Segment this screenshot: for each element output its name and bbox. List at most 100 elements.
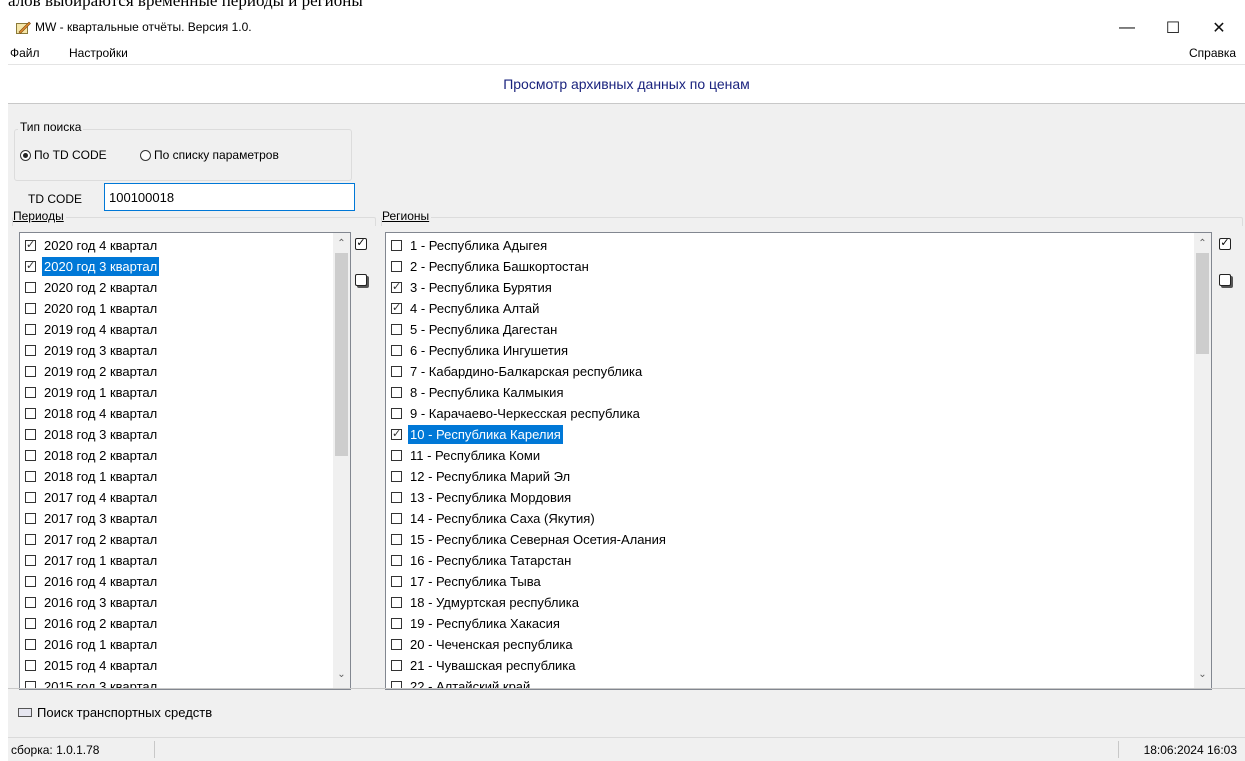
checkbox-unchecked-icon[interactable] <box>391 323 402 335</box>
period-list-item[interactable]: 2019 год 3 квартал <box>20 340 159 360</box>
region-list-item[interactable]: 18 - Удмуртская республика <box>386 592 581 612</box>
period-list-item[interactable]: 2020 год 3 квартал <box>20 256 160 276</box>
checkbox-unchecked-icon[interactable] <box>25 281 36 293</box>
period-list-item[interactable]: 2020 год 1 квартал <box>20 298 159 318</box>
period-list-item[interactable]: 2017 год 2 квартал <box>20 529 159 549</box>
period-list-item[interactable]: 2015 год 4 квартал <box>20 655 159 675</box>
checkbox-unchecked-icon[interactable] <box>391 659 402 671</box>
regions-scroll-thumb[interactable] <box>1196 253 1209 354</box>
checkbox-unchecked-icon[interactable] <box>25 512 36 524</box>
region-list-item[interactable]: 1 - Республика Адыгея <box>386 235 549 255</box>
period-list-item[interactable]: 2018 год 2 квартал <box>20 445 159 465</box>
region-list-item[interactable]: 8 - Республика Калмыкия <box>386 382 565 402</box>
checkbox-checked-icon[interactable] <box>391 426 402 442</box>
vehicle-search-button[interactable]: Поиск транспортных средств <box>18 705 212 720</box>
checkbox-unchecked-icon[interactable] <box>391 260 402 272</box>
scroll-down-icon[interactable]: ⌄ <box>1194 666 1211 683</box>
region-list-item[interactable]: 17 - Республика Тыва <box>386 571 543 591</box>
checkbox-unchecked-icon[interactable] <box>391 533 402 545</box>
checkbox-unchecked-icon[interactable] <box>25 365 36 377</box>
period-list-item[interactable]: 2018 год 3 квартал <box>20 424 159 444</box>
region-list-item[interactable]: 14 - Республика Саха (Якутия) <box>386 508 597 528</box>
periods-check-all-icon[interactable]: ✓ <box>355 238 367 250</box>
checkbox-checked-icon[interactable] <box>25 258 36 274</box>
region-list-item[interactable]: 3 - Республика Бурятия <box>386 277 554 297</box>
checkbox-unchecked-icon[interactable] <box>391 407 402 419</box>
region-list-item[interactable]: 6 - Республика Ингушетия <box>386 340 570 360</box>
close-button[interactable]: ✕ <box>1196 12 1242 43</box>
period-list-item[interactable]: 2017 год 4 квартал <box>20 487 159 507</box>
region-list-item[interactable]: 20 - Чеченская республика <box>386 634 575 654</box>
region-list-item[interactable]: 21 - Чувашская республика <box>386 655 578 675</box>
checkbox-unchecked-icon[interactable] <box>25 344 36 356</box>
checkbox-unchecked-icon[interactable] <box>25 323 36 335</box>
checkbox-unchecked-icon[interactable] <box>391 596 402 608</box>
scroll-up-icon[interactable]: ⌃ <box>333 235 350 252</box>
region-list-item[interactable]: 15 - Республика Северная Осетия-Алания <box>386 529 668 549</box>
period-list-item[interactable]: 2018 год 4 квартал <box>20 403 159 423</box>
region-list-item[interactable]: 19 - Республика Хакасия <box>386 613 562 633</box>
checkbox-unchecked-icon[interactable] <box>391 239 402 251</box>
checkbox-unchecked-icon[interactable] <box>25 596 36 608</box>
region-list-item[interactable]: 9 - Карачаево-Черкесская республика <box>386 403 642 423</box>
checkbox-unchecked-icon[interactable] <box>25 302 36 314</box>
checkbox-unchecked-icon[interactable] <box>391 491 402 503</box>
period-list-item[interactable]: 2016 год 4 квартал <box>20 571 159 591</box>
checkbox-unchecked-icon[interactable] <box>25 554 36 566</box>
regions-check-all-icon[interactable]: ✓ <box>1219 238 1231 250</box>
checkbox-unchecked-icon[interactable] <box>391 617 402 629</box>
regions-listbox[interactable]: 1 - Республика Адыгея 2 - Республика Башк… <box>385 232 1212 690</box>
period-list-item[interactable]: 2020 год 4 квартал <box>20 235 159 255</box>
checkbox-unchecked-icon[interactable] <box>25 638 36 650</box>
checkbox-unchecked-icon[interactable] <box>391 449 402 461</box>
period-list-item[interactable]: 2016 год 2 квартал <box>20 613 159 633</box>
checkbox-unchecked-icon[interactable] <box>25 575 36 587</box>
maximize-button[interactable]: ☐ <box>1150 12 1196 43</box>
period-list-item[interactable]: 2017 год 3 квартал <box>20 508 159 528</box>
region-list-item[interactable]: 12 - Республика Марий Эл <box>386 466 572 486</box>
regions-uncheck-all-icon[interactable] <box>1219 274 1231 286</box>
region-list-item[interactable]: 7 - Кабардино-Балкарская республика <box>386 361 644 381</box>
checkbox-unchecked-icon[interactable] <box>25 491 36 503</box>
period-list-item[interactable]: 2019 год 2 квартал <box>20 361 159 381</box>
radio-param-list[interactable]: По списку параметров <box>140 148 279 162</box>
checkbox-unchecked-icon[interactable] <box>391 638 402 650</box>
checkbox-unchecked-icon[interactable] <box>25 386 36 398</box>
menu-file[interactable]: Файл <box>10 46 40 60</box>
checkbox-checked-icon[interactable] <box>25 237 36 253</box>
region-list-item[interactable]: 10 - Республика Карелия <box>386 424 563 444</box>
region-list-item[interactable]: 4 - Республика Алтай <box>386 298 541 318</box>
checkbox-unchecked-icon[interactable] <box>391 575 402 587</box>
checkbox-unchecked-icon[interactable] <box>391 365 402 377</box>
period-list-item[interactable]: 2019 год 1 квартал <box>20 382 159 402</box>
region-list-item[interactable]: 13 - Республика Мордовия <box>386 487 573 507</box>
checkbox-unchecked-icon[interactable] <box>25 470 36 482</box>
region-list-item[interactable]: 16 - Республика Татарстан <box>386 550 573 570</box>
minimize-button[interactable]: — <box>1104 12 1150 43</box>
period-list-item[interactable]: 2017 год 1 квартал <box>20 550 159 570</box>
checkbox-unchecked-icon[interactable] <box>25 449 36 461</box>
checkbox-unchecked-icon[interactable] <box>391 344 402 356</box>
periods-uncheck-all-icon[interactable] <box>355 274 367 286</box>
checkbox-unchecked-icon[interactable] <box>391 554 402 566</box>
checkbox-unchecked-icon[interactable] <box>25 659 36 671</box>
checkbox-unchecked-icon[interactable] <box>391 470 402 482</box>
menu-help[interactable]: Справка <box>1189 46 1236 60</box>
menu-settings[interactable]: Настройки <box>69 46 128 60</box>
period-list-item[interactable]: 2018 год 1 квартал <box>20 466 159 486</box>
checkbox-unchecked-icon[interactable] <box>25 407 36 419</box>
scroll-up-icon[interactable]: ⌃ <box>1194 235 1211 252</box>
checkbox-unchecked-icon[interactable] <box>25 428 36 440</box>
period-list-item[interactable]: 2016 год 1 квартал <box>20 634 159 654</box>
checkbox-unchecked-icon[interactable] <box>391 512 402 524</box>
radio-td-code[interactable]: По TD CODE <box>20 148 107 162</box>
periods-scroll-thumb[interactable] <box>335 253 348 456</box>
checkbox-unchecked-icon[interactable] <box>391 386 402 398</box>
regions-scrollbar[interactable]: ⌃ ⌄ <box>1194 233 1211 689</box>
periods-listbox[interactable]: 2020 год 4 квартал 2020 год 3 квартал 2020… <box>19 232 351 690</box>
checkbox-unchecked-icon[interactable] <box>25 617 36 629</box>
checkbox-checked-icon[interactable] <box>391 279 402 295</box>
region-list-item[interactable]: 5 - Республика Дагестан <box>386 319 559 339</box>
region-list-item[interactable]: 11 - Республика Коми <box>386 445 542 465</box>
region-list-item[interactable]: 2 - Республика Башкортостан <box>386 256 591 276</box>
